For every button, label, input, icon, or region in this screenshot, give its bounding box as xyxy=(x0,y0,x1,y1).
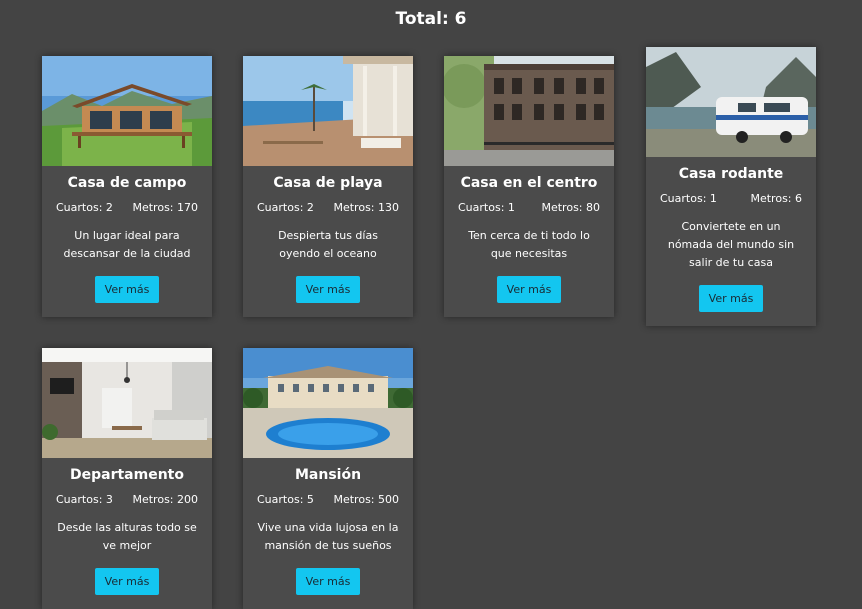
property-image-motorhome xyxy=(646,47,816,157)
property-description: Conviertete en un nómada del mundo sin s… xyxy=(667,220,795,269)
property-card: Casa de playa Cuartos: 2 Metros: 130 Des… xyxy=(243,56,413,317)
property-title: Mansión xyxy=(294,467,362,483)
property-stats: Cuartos: 1 Metros: 6 xyxy=(660,192,802,206)
meters-count: Metros: 80 xyxy=(541,201,600,214)
property-title: Casa rodante xyxy=(678,166,784,182)
property-stats: Cuartos: 2 Metros: 170 xyxy=(56,201,198,215)
property-image-city-house xyxy=(444,56,614,166)
property-description: Vive una vida lujosa en la mansión de tu… xyxy=(257,521,399,552)
property-stats: Cuartos: 1 Metros: 80 xyxy=(458,201,600,215)
property-card: Casa de campo Cuartos: 2 Metros: 170 Un … xyxy=(42,56,212,317)
property-card: Departamento Cuartos: 3 Metros: 200 Desd… xyxy=(42,348,212,609)
meters-count: Metros: 6 xyxy=(750,192,802,205)
property-title: Casa en el centro xyxy=(460,175,598,191)
see-more-button[interactable]: Ver más xyxy=(698,285,764,312)
meters-count: Metros: 170 xyxy=(132,201,198,214)
property-image-beach-house xyxy=(243,56,413,166)
property-stats: Cuartos: 3 Metros: 200 xyxy=(56,493,198,507)
property-image-mansion xyxy=(243,348,413,458)
meters-count: Metros: 200 xyxy=(132,493,198,506)
see-more-button[interactable]: Ver más xyxy=(295,276,361,303)
total-count: Total: 6 xyxy=(395,9,467,29)
property-image-country-house xyxy=(42,56,212,166)
property-image-apartment xyxy=(42,348,212,458)
rooms-count: Cuartos: 3 xyxy=(56,493,113,506)
see-more-button[interactable]: Ver más xyxy=(94,568,160,595)
property-title: Departamento xyxy=(70,467,184,483)
property-description: Ten cerca de ti todo lo que necesitas xyxy=(468,229,590,260)
property-title: Casa de playa xyxy=(273,175,383,191)
property-description: Un lugar ideal para descansar de la ciud… xyxy=(63,229,191,260)
meters-count: Metros: 500 xyxy=(333,493,399,506)
property-description: Despierta tus días oyendo el oceano xyxy=(278,229,378,260)
rooms-count: Cuartos: 2 xyxy=(257,201,314,214)
rooms-count: Cuartos: 1 xyxy=(458,201,515,214)
rooms-count: Cuartos: 5 xyxy=(257,493,314,506)
property-card: Mansión Cuartos: 5 Metros: 500 Vive una … xyxy=(243,348,413,609)
rooms-count: Cuartos: 2 xyxy=(56,201,113,214)
see-more-button[interactable]: Ver más xyxy=(295,568,361,595)
property-title: Casa de campo xyxy=(67,175,187,191)
rooms-count: Cuartos: 1 xyxy=(660,192,717,205)
property-card: Casa rodante Cuartos: 1 Metros: 6 Convie… xyxy=(646,47,816,326)
property-stats: Cuartos: 2 Metros: 130 xyxy=(257,201,399,215)
see-more-button[interactable]: Ver más xyxy=(496,276,562,303)
property-description: Desde las alturas todo se ve mejor xyxy=(57,521,197,552)
see-more-button[interactable]: Ver más xyxy=(94,276,160,303)
property-card: Casa en el centro Cuartos: 1 Metros: 80 … xyxy=(444,56,614,317)
meters-count: Metros: 130 xyxy=(333,201,399,214)
property-stats: Cuartos: 5 Metros: 500 xyxy=(257,493,399,507)
